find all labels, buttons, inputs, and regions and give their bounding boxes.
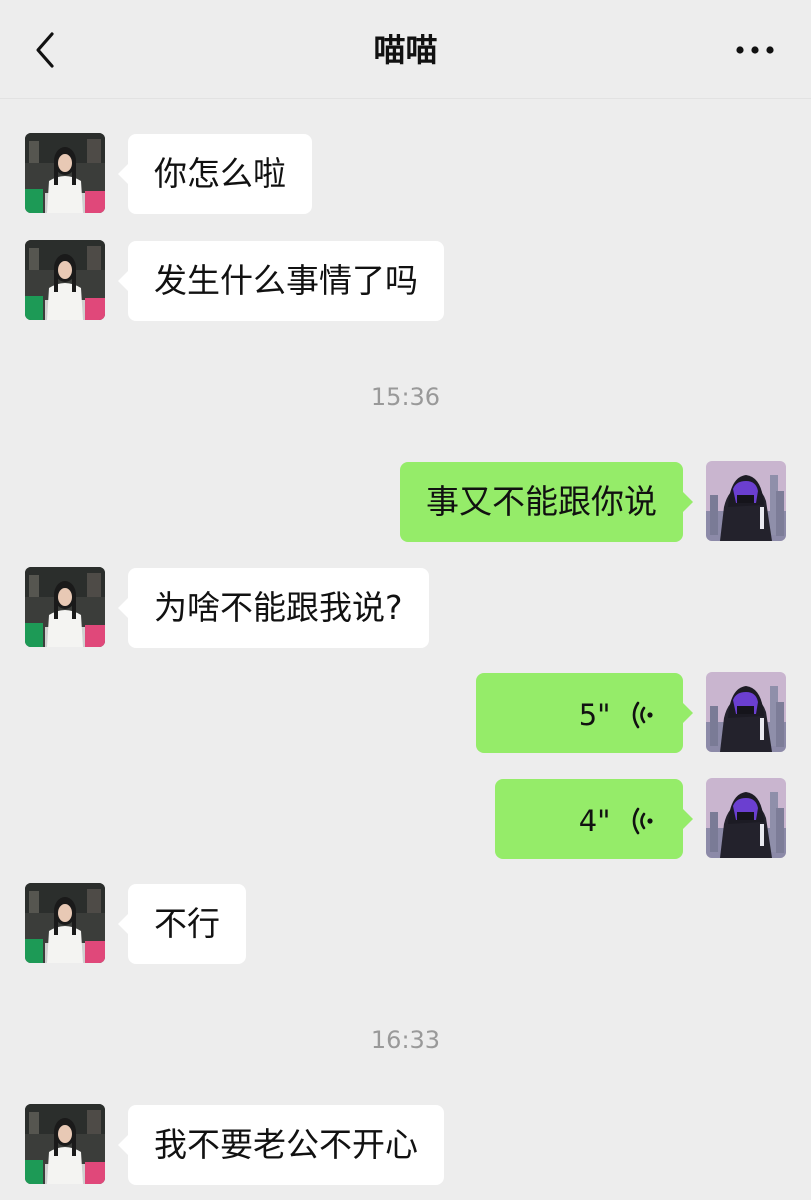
user-avatar[interactable] — [706, 461, 786, 541]
voice-wave-icon — [631, 806, 657, 836]
message-bubble[interactable]: 不行 — [118, 884, 246, 964]
voice-wave-icon — [631, 700, 657, 730]
voice-duration: 5" — [578, 697, 611, 732]
message-row: 你怎么啦 — [0, 133, 811, 215]
message-row: 为啥不能跟我说? — [0, 567, 811, 649]
contact-avatar[interactable] — [25, 567, 105, 647]
message-row: 5" — [0, 672, 811, 754]
message-row: 我不要老公不开心 — [0, 1104, 811, 1186]
message-row: 事又不能跟你说 — [0, 461, 811, 543]
message-row: 不行 — [0, 883, 811, 965]
contact-avatar[interactable] — [25, 240, 105, 320]
message-bubble[interactable]: 你怎么啦 — [118, 134, 312, 214]
more-dots-icon — [736, 46, 774, 54]
voice-message[interactable]: 4" — [495, 779, 693, 859]
timestamp: 16:33 — [370, 1026, 441, 1054]
contact-avatar[interactable] — [25, 1104, 105, 1184]
more-button[interactable] — [735, 38, 775, 62]
timestamp: 15:36 — [370, 383, 441, 411]
message-bubble[interactable]: 发生什么事情了吗 — [118, 241, 444, 321]
voice-duration: 4" — [578, 803, 611, 838]
message-row: 4" — [0, 778, 811, 860]
message-bubble[interactable]: 我不要老公不开心 — [118, 1105, 444, 1185]
contact-avatar[interactable] — [25, 133, 105, 213]
chat-header: 喵喵 — [0, 0, 811, 99]
message-bubble[interactable]: 事又不能跟你说 — [400, 462, 693, 542]
voice-message[interactable]: 5" — [476, 673, 693, 753]
user-avatar[interactable] — [706, 778, 786, 858]
message-row: 发生什么事情了吗 — [0, 240, 811, 322]
message-bubble[interactable]: 为啥不能跟我说? — [118, 568, 429, 648]
chat-title: 喵喵 — [373, 31, 438, 69]
contact-avatar[interactable] — [25, 883, 105, 963]
user-avatar[interactable] — [706, 672, 786, 752]
